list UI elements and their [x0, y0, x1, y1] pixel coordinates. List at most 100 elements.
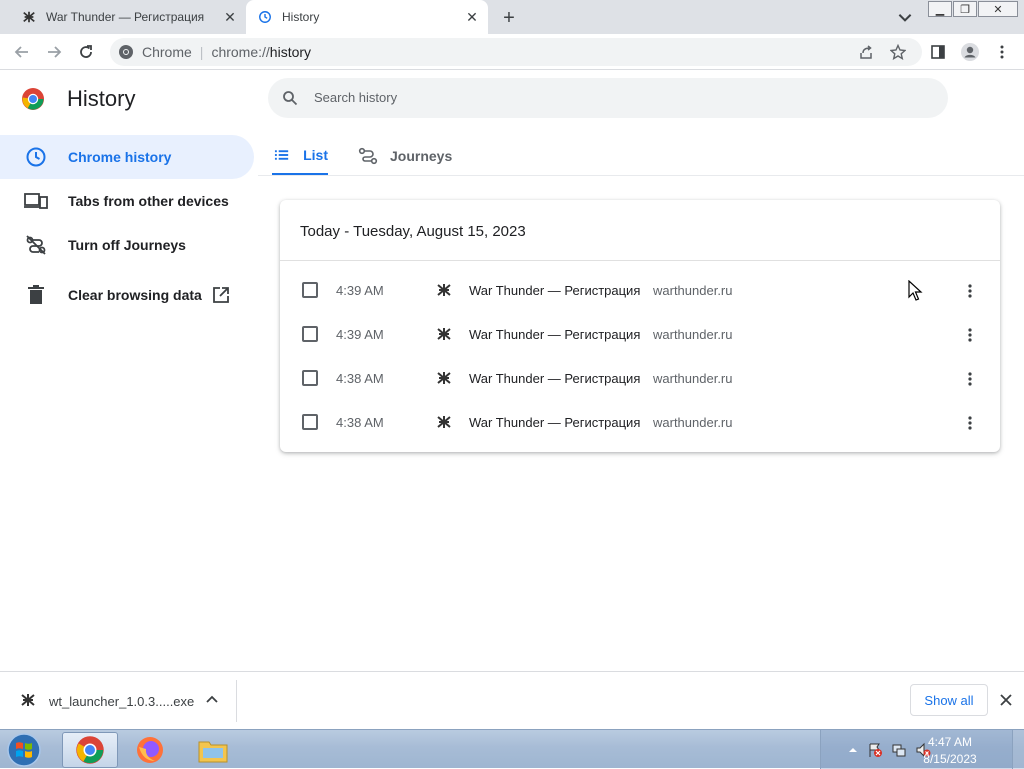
tab-journeys[interactable]: Journeys: [358, 136, 458, 176]
history-entry[interactable]: 4:38 AM War Thunder — Регистрация warthu…: [280, 401, 1000, 445]
minimize-button[interactable]: ▁: [928, 1, 952, 17]
forward-button[interactable]: [42, 40, 66, 64]
chevron-up-icon[interactable]: [204, 692, 220, 708]
reload-button[interactable]: [74, 40, 98, 64]
download-item[interactable]: wt_launcher_1.0.3.....exe: [0, 680, 237, 722]
list-icon: [274, 149, 289, 160]
journeys-icon: [358, 147, 378, 165]
taskbar-chrome[interactable]: [62, 732, 118, 768]
chrome-logo-icon: [76, 736, 104, 764]
sidebar-item-turn-off-journeys[interactable]: Turn off Journeys: [0, 223, 254, 267]
sidebar-item-label: Clear browsing data: [68, 287, 202, 303]
mouse-cursor-icon: [908, 280, 923, 301]
entry-title-link[interactable]: War Thunder — Регистрация: [469, 371, 640, 386]
reload-icon: [80, 45, 92, 58]
show-all-button[interactable]: Show all: [910, 684, 988, 716]
warthunder-favicon-icon: [437, 416, 451, 428]
more-vert-icon: [968, 372, 972, 386]
warthunder-favicon-icon: [437, 284, 451, 296]
search-bar[interactable]: [268, 78, 948, 118]
warthunder-favicon-icon: [437, 372, 451, 384]
share-icon: [860, 45, 872, 59]
site-label: Chrome: [142, 44, 192, 60]
clock-time[interactable]: 4:47 AM: [920, 735, 980, 749]
network-icon[interactable]: [891, 742, 907, 758]
chevron-up-icon[interactable]: [845, 742, 861, 758]
date-heading: Today - Tuesday, August 15, 2023: [300, 223, 526, 240]
history-entry[interactable]: 4:39 AM War Thunder — Регистрация warthu…: [280, 313, 1000, 357]
page-title: History: [67, 86, 136, 111]
entry-title-link[interactable]: War Thunder — Регистрация: [469, 415, 640, 430]
entry-more-button[interactable]: [960, 325, 980, 345]
entry-domain: warthunder.ru: [653, 371, 733, 386]
history-entry[interactable]: 4:38 AM War Thunder — Регистрация warthu…: [280, 357, 1000, 401]
warthunder-favicon-icon: [23, 11, 35, 23]
sidebar-item-label: Chrome history: [68, 149, 172, 165]
taskbar: 4:47 AM 8/15/2023: [0, 729, 1024, 769]
tab-title: History: [282, 10, 320, 24]
more-vert-icon: [1000, 45, 1004, 59]
chrome-site-icon: [119, 45, 133, 59]
separator: |: [199, 44, 204, 60]
close-icon[interactable]: ✕: [464, 9, 480, 25]
sidebar-item-label: Tabs from other devices: [68, 193, 229, 209]
entry-time: 4:39 AM: [336, 283, 384, 298]
entry-domain: warthunder.ru: [653, 327, 733, 342]
sidebar-item-clear-browsing-data[interactable]: Clear browsing data: [0, 273, 254, 317]
devices-icon: [24, 189, 48, 213]
entry-checkbox[interactable]: [302, 326, 318, 342]
chrome-logo-icon: [22, 88, 44, 110]
entry-title-link[interactable]: War Thunder — Регистрация: [469, 283, 640, 298]
history-card: Today - Tuesday, August 15, 2023 4:39 AM…: [280, 200, 1000, 452]
entry-title-link[interactable]: War Thunder — Регистрация: [469, 327, 640, 342]
warthunder-favicon-icon: [437, 328, 451, 340]
entry-more-button[interactable]: [960, 369, 980, 389]
divider: [280, 260, 1000, 261]
close-icon[interactable]: ✕: [222, 9, 238, 25]
taskbar-file-explorer[interactable]: [185, 732, 241, 768]
taskbar-firefox[interactable]: [122, 732, 178, 768]
share-button[interactable]: [854, 40, 878, 64]
windows-start-icon[interactable]: [4, 732, 44, 768]
journeys-off-icon: [24, 233, 48, 257]
tab-war-thunder[interactable]: War Thunder — Регистрация ✕: [12, 0, 246, 34]
trash-icon: [24, 283, 48, 307]
clock-date[interactable]: 8/15/2023: [920, 752, 980, 766]
side-panel-icon: [931, 45, 945, 59]
bookmark-button[interactable]: [886, 40, 910, 64]
entry-more-button[interactable]: [960, 413, 980, 433]
search-input[interactable]: [314, 90, 914, 105]
entry-time: 4:38 AM: [336, 415, 384, 430]
profile-button[interactable]: [958, 40, 982, 64]
arrow-right-icon: [48, 46, 62, 58]
sidebar-item-chrome-history[interactable]: Chrome history: [0, 135, 254, 179]
entry-checkbox[interactable]: [302, 370, 318, 386]
action-center-flag-icon[interactable]: [867, 742, 883, 758]
restore-button[interactable]: ❐: [953, 1, 977, 17]
menu-button[interactable]: [990, 40, 1014, 64]
history-entry[interactable]: 4:39 AM War Thunder — Регистрация warthu…: [280, 269, 1000, 313]
side-panel-button[interactable]: [926, 40, 950, 64]
chevron-down-icon[interactable]: [896, 8, 914, 26]
avatar-icon: [961, 43, 979, 61]
entry-checkbox[interactable]: [302, 282, 318, 298]
tab-history[interactable]: History ✕: [246, 0, 488, 34]
clock-icon: [24, 145, 48, 169]
entry-checkbox[interactable]: [302, 414, 318, 430]
tab-list[interactable]: List: [272, 136, 328, 176]
show-desktop-button[interactable]: [1012, 730, 1024, 769]
sidebar-item-label: Turn off Journeys: [68, 237, 186, 253]
close-window-button[interactable]: ✕: [978, 1, 1018, 17]
entry-more-button[interactable]: [960, 281, 980, 301]
tab-label: Journeys: [390, 148, 453, 164]
back-button[interactable]: [10, 40, 34, 64]
new-tab-button[interactable]: +: [498, 7, 520, 29]
entry-domain: warthunder.ru: [653, 283, 733, 298]
history-icon: [259, 11, 271, 23]
more-vert-icon: [968, 284, 972, 298]
close-icon[interactable]: [998, 692, 1014, 708]
address-bar[interactable]: Chrome | chrome://history: [110, 38, 922, 66]
sidebar-item-tabs-other-devices[interactable]: Tabs from other devices: [0, 179, 254, 223]
more-vert-icon: [968, 416, 972, 430]
tab-title: War Thunder — Регистрация: [46, 10, 205, 24]
